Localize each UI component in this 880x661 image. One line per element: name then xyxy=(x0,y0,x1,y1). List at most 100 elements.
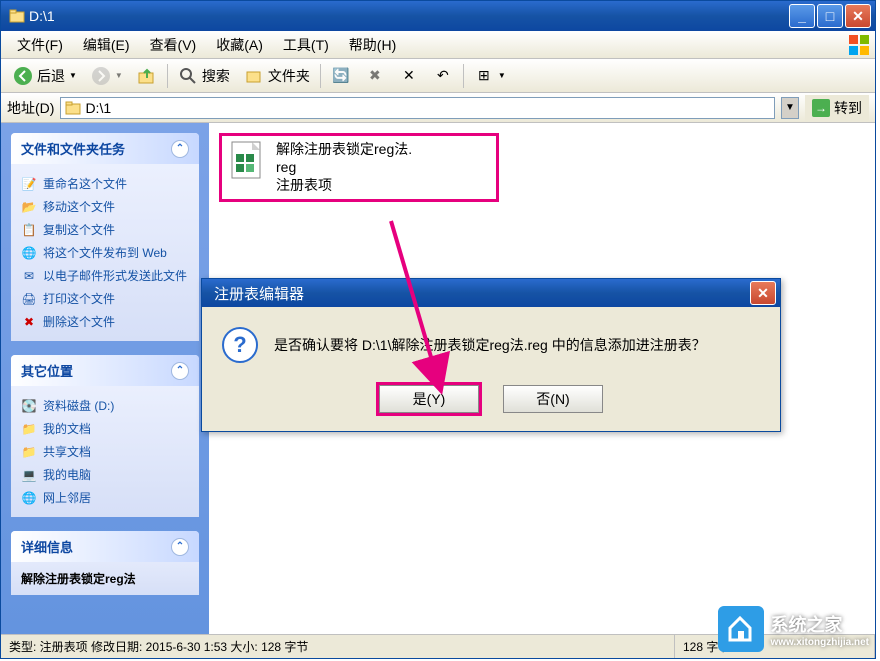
task-delete[interactable]: ✖删除这个文件 xyxy=(21,310,189,333)
folder-icon xyxy=(9,8,25,24)
details-filename: 解除注册表锁定reg法 xyxy=(21,570,189,587)
place-drive[interactable]: 💽资料磁盘 (D:) xyxy=(21,394,189,417)
place-documents[interactable]: 📁我的文档 xyxy=(21,417,189,440)
tasks-header-label: 文件和文件夹任务 xyxy=(21,139,125,158)
close-button[interactable]: ✕ xyxy=(845,4,871,28)
titlebar[interactable]: D:\1 _ □ ✕ xyxy=(1,1,875,31)
back-icon xyxy=(13,66,33,86)
menu-file[interactable]: 文件(F) xyxy=(7,31,73,59)
place-network[interactable]: 🌐网上邻居 xyxy=(21,486,189,509)
places-panel-header[interactable]: 其它位置 ⌃ xyxy=(11,355,199,386)
confirm-dialog: 注册表编辑器 ✕ ? 是否确认要将 D:\1\解除注册表锁定reg法.reg 中… xyxy=(201,278,781,432)
watermark-text: 系统之家 www.xitongzhijia.net xyxy=(770,611,869,648)
details-panel-header[interactable]: 详细信息 ⌃ xyxy=(11,531,199,562)
copy-icon: 📋 xyxy=(21,222,37,238)
maximize-button[interactable]: □ xyxy=(817,4,843,28)
tasks-panel-body: 📝重命名这个文件 📂移动这个文件 📋复制这个文件 🌐将这个文件发布到 Web ✉… xyxy=(11,164,199,341)
tasks-panel-header[interactable]: 文件和文件夹任务 ⌃ xyxy=(11,133,199,164)
folder-icon xyxy=(65,100,81,116)
drive-icon: 💽 xyxy=(21,398,37,414)
go-label: 转到 xyxy=(834,98,862,118)
rename-icon: 📝 xyxy=(21,176,37,192)
address-label: 地址(D) xyxy=(7,98,54,118)
sidebar: 文件和文件夹任务 ⌃ 📝重命名这个文件 📂移动这个文件 📋复制这个文件 🌐将这个… xyxy=(1,123,209,634)
sync-icon: 🔄 xyxy=(331,66,351,86)
dialog-body: ? 是否确认要将 D:\1\解除注册表锁定reg法.reg 中的信息添加进注册表… xyxy=(202,307,780,375)
task-print[interactable]: 🖨打印这个文件 xyxy=(21,287,189,310)
places-panel-body: 💽资料磁盘 (D:) 📁我的文档 📁共享文档 💻我的电脑 🌐网上邻居 xyxy=(11,386,199,517)
folders-label: 文件夹 xyxy=(268,66,310,86)
documents-icon: 📁 xyxy=(21,421,37,437)
task-move[interactable]: 📂移动这个文件 xyxy=(21,195,189,218)
sync-button[interactable]: 🔄 xyxy=(325,63,357,89)
undo-icon: ↶ xyxy=(433,66,453,86)
delete-button[interactable]: ✕ xyxy=(393,63,425,89)
task-copy[interactable]: 📋复制这个文件 xyxy=(21,218,189,241)
shared-folder-icon: 📁 xyxy=(21,444,37,460)
addressbar: 地址(D) D:\1 ▼ → 转到 xyxy=(1,93,875,123)
dropdown-arrow-icon: ▼ xyxy=(498,71,506,80)
question-icon: ? xyxy=(222,327,258,363)
window-title-text: D:\1 xyxy=(29,8,55,24)
up-folder-icon xyxy=(137,66,157,86)
menu-view[interactable]: 查看(V) xyxy=(140,31,207,59)
dialog-title: 注册表编辑器 xyxy=(206,283,750,304)
no-button[interactable]: 否(N) xyxy=(503,385,603,413)
yes-button[interactable]: 是(Y) xyxy=(379,385,479,413)
status-left: 类型: 注册表项 修改日期: 2015-6-30 1:53 大小: 128 字节 xyxy=(1,635,675,658)
separator xyxy=(463,64,464,88)
windows-logo-icon xyxy=(847,33,871,57)
toolbar: 后退 ▼ ▼ 搜索 文件夹 🔄 ✖ ✕ ↶ ⊞▼ xyxy=(1,59,875,93)
place-shared[interactable]: 📁共享文档 xyxy=(21,440,189,463)
file-item[interactable]: 解除注册表锁定reg法. reg 注册表项 xyxy=(219,133,499,202)
details-panel-body: 解除注册表锁定reg法 xyxy=(11,562,199,595)
collapse-icon: ⌃ xyxy=(171,362,189,380)
back-label: 后退 xyxy=(37,66,65,86)
views-button[interactable]: ⊞▼ xyxy=(468,63,512,89)
address-value: D:\1 xyxy=(85,100,111,116)
dropdown-arrow-icon: ▼ xyxy=(69,71,77,80)
search-label: 搜索 xyxy=(202,66,230,86)
dropdown-arrow-icon: ▼ xyxy=(115,71,123,80)
go-button[interactable]: → 转到 xyxy=(805,95,869,121)
menu-help[interactable]: 帮助(H) xyxy=(339,31,406,59)
place-computer[interactable]: 💻我的电脑 xyxy=(21,463,189,486)
address-input[interactable]: D:\1 xyxy=(60,97,775,119)
menubar: 文件(F) 编辑(E) 查看(V) 收藏(A) 工具(T) 帮助(H) xyxy=(1,31,875,59)
print-icon: 🖨 xyxy=(21,291,37,307)
window-title: D:\1 xyxy=(5,8,789,24)
collapse-icon: ⌃ xyxy=(171,140,189,158)
minimize-button[interactable]: _ xyxy=(789,4,815,28)
menu-favorites[interactable]: 收藏(A) xyxy=(206,31,273,59)
dialog-titlebar[interactable]: 注册表编辑器 ✕ xyxy=(202,279,780,307)
undo-button[interactable]: ↶ xyxy=(427,63,459,89)
tasks-panel: 文件和文件夹任务 ⌃ 📝重命名这个文件 📂移动这个文件 📋复制这个文件 🌐将这个… xyxy=(11,133,199,341)
task-email[interactable]: ✉以电子邮件形式发送此文件 xyxy=(21,264,189,287)
file-name-line1: 解除注册表锁定reg法. xyxy=(276,140,412,158)
task-rename[interactable]: 📝重命名这个文件 xyxy=(21,172,189,195)
go-arrow-icon: → xyxy=(812,99,830,117)
file-type: 注册表项 xyxy=(276,176,412,194)
back-button[interactable]: 后退 ▼ xyxy=(7,63,83,89)
move-icon: 📂 xyxy=(21,199,37,215)
task-publish[interactable]: 🌐将这个文件发布到 Web xyxy=(21,241,189,264)
menu-tools[interactable]: 工具(T) xyxy=(273,31,339,59)
dialog-message: 是否确认要将 D:\1\解除注册表锁定reg法.reg 中的信息添加进注册表？ xyxy=(274,327,706,363)
search-button[interactable]: 搜索 xyxy=(172,63,236,89)
details-panel: 详细信息 ⌃ 解除注册表锁定reg法 xyxy=(11,531,199,595)
forward-button: ▼ xyxy=(85,63,129,89)
window-buttons: _ □ ✕ xyxy=(789,4,871,28)
up-button[interactable] xyxy=(131,63,163,89)
address-dropdown[interactable]: ▼ xyxy=(781,97,799,119)
stop-icon: ✖ xyxy=(365,66,385,86)
menu-edit[interactable]: 编辑(E) xyxy=(73,31,140,59)
stop-button: ✖ xyxy=(359,63,391,89)
explorer-window: D:\1 _ □ ✕ 文件(F) 编辑(E) 查看(V) 收藏(A) 工具(T)… xyxy=(0,0,876,659)
file-text: 解除注册表锁定reg法. reg 注册表项 xyxy=(276,140,412,195)
folders-button[interactable]: 文件夹 xyxy=(238,63,316,89)
reg-file-icon xyxy=(226,140,268,182)
search-icon xyxy=(178,66,198,86)
views-icon: ⊞ xyxy=(474,66,494,86)
dialog-close-button[interactable]: ✕ xyxy=(750,281,776,305)
folders-icon xyxy=(244,66,264,86)
